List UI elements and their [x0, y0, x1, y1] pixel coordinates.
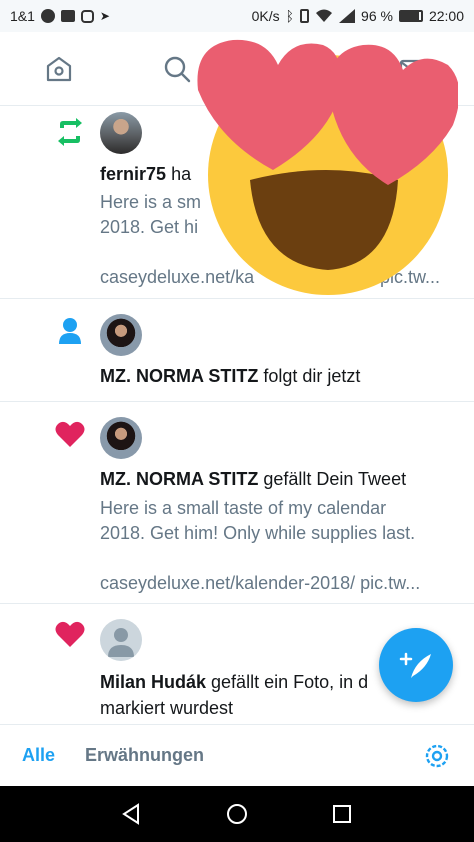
home-icon — [46, 56, 72, 81]
avatar[interactable] — [100, 314, 142, 356]
tweet-link[interactable]: caseydeluxe.net/kalender-2018/ pic.tw... — [100, 571, 454, 596]
bluetooth-icon: ᛒ — [285, 8, 295, 24]
clock: 22:00 — [428, 8, 464, 24]
system-nav-bar — [0, 786, 474, 842]
home-circle-icon[interactable] — [225, 802, 249, 826]
signal-icon — [339, 9, 356, 23]
back-icon[interactable] — [120, 802, 144, 826]
battery-icon — [398, 10, 423, 22]
compose-tweet-button[interactable] — [379, 628, 453, 702]
carrier-label: 1&1 — [10, 8, 35, 24]
notification-text-continued: markiert wurdest — [100, 698, 234, 718]
person-icon — [52, 313, 88, 349]
vibrate-icon — [300, 9, 310, 23]
action-text: gefällt ein Foto, in d — [211, 672, 369, 692]
wifi-icon — [316, 9, 333, 22]
notification-text: MZ. NORMA STITZ gefällt Dein Tweet — [100, 467, 454, 491]
notification-text: Milan Hudák gefällt ein Foto, in d — [100, 670, 384, 694]
tweet-line: Here is a small taste of my calendar — [100, 498, 387, 518]
bottom-tabs: Alle Erwähnungen — [0, 724, 474, 786]
messenger-icon — [40, 9, 55, 23]
recents-icon[interactable] — [330, 802, 354, 826]
notification-item[interactable]: MZ. NORMA STITZ folgt dir jetzt — [0, 299, 474, 402]
tweet-preview[interactable]: Here is a small taste of my calendar 201… — [100, 496, 454, 596]
status-bar: 1&1 ➤ 0K/s ᛒ 96 % 22:00 — [0, 0, 474, 32]
action-text: gefällt Dein Tweet — [263, 469, 407, 489]
battery-percent: 96 % — [361, 8, 393, 24]
user-name[interactable]: Milan Hudák — [100, 672, 206, 692]
instagram-icon — [80, 9, 94, 23]
telegram-icon: ➤ — [99, 9, 110, 23]
notification-item[interactable]: MZ. NORMA STITZ gefällt Dein Tweet Here … — [0, 402, 474, 604]
notification-text: MZ. NORMA STITZ folgt dir jetzt — [100, 364, 454, 388]
tweet-line: 2018. Get him! Only while supplies last. — [100, 523, 416, 543]
action-text: folgt dir jetzt — [263, 366, 361, 386]
heart-icon — [52, 416, 88, 452]
avatar[interactable] — [100, 112, 142, 154]
user-name[interactable]: MZ. NORMA STITZ — [100, 469, 258, 489]
home-tab[interactable] — [0, 32, 118, 106]
network-speed: 0K/s — [251, 8, 280, 24]
avatar[interactable] — [100, 619, 142, 661]
retweet-icon — [52, 114, 88, 150]
heart-icon — [52, 616, 88, 652]
compose-feather-icon — [399, 652, 431, 678]
heart-eyes-emoji-icon — [197, 39, 458, 295]
mail-icon — [60, 10, 75, 22]
tab-mentions[interactable]: Erwähnungen — [85, 745, 204, 766]
user-name[interactable]: fernir75 — [100, 164, 166, 184]
tab-all[interactable]: Alle — [22, 745, 55, 766]
settings-button[interactable] — [422, 741, 452, 771]
avatar[interactable] — [100, 417, 142, 459]
gear-icon — [425, 744, 449, 767]
user-name[interactable]: MZ. NORMA STITZ — [100, 366, 258, 386]
